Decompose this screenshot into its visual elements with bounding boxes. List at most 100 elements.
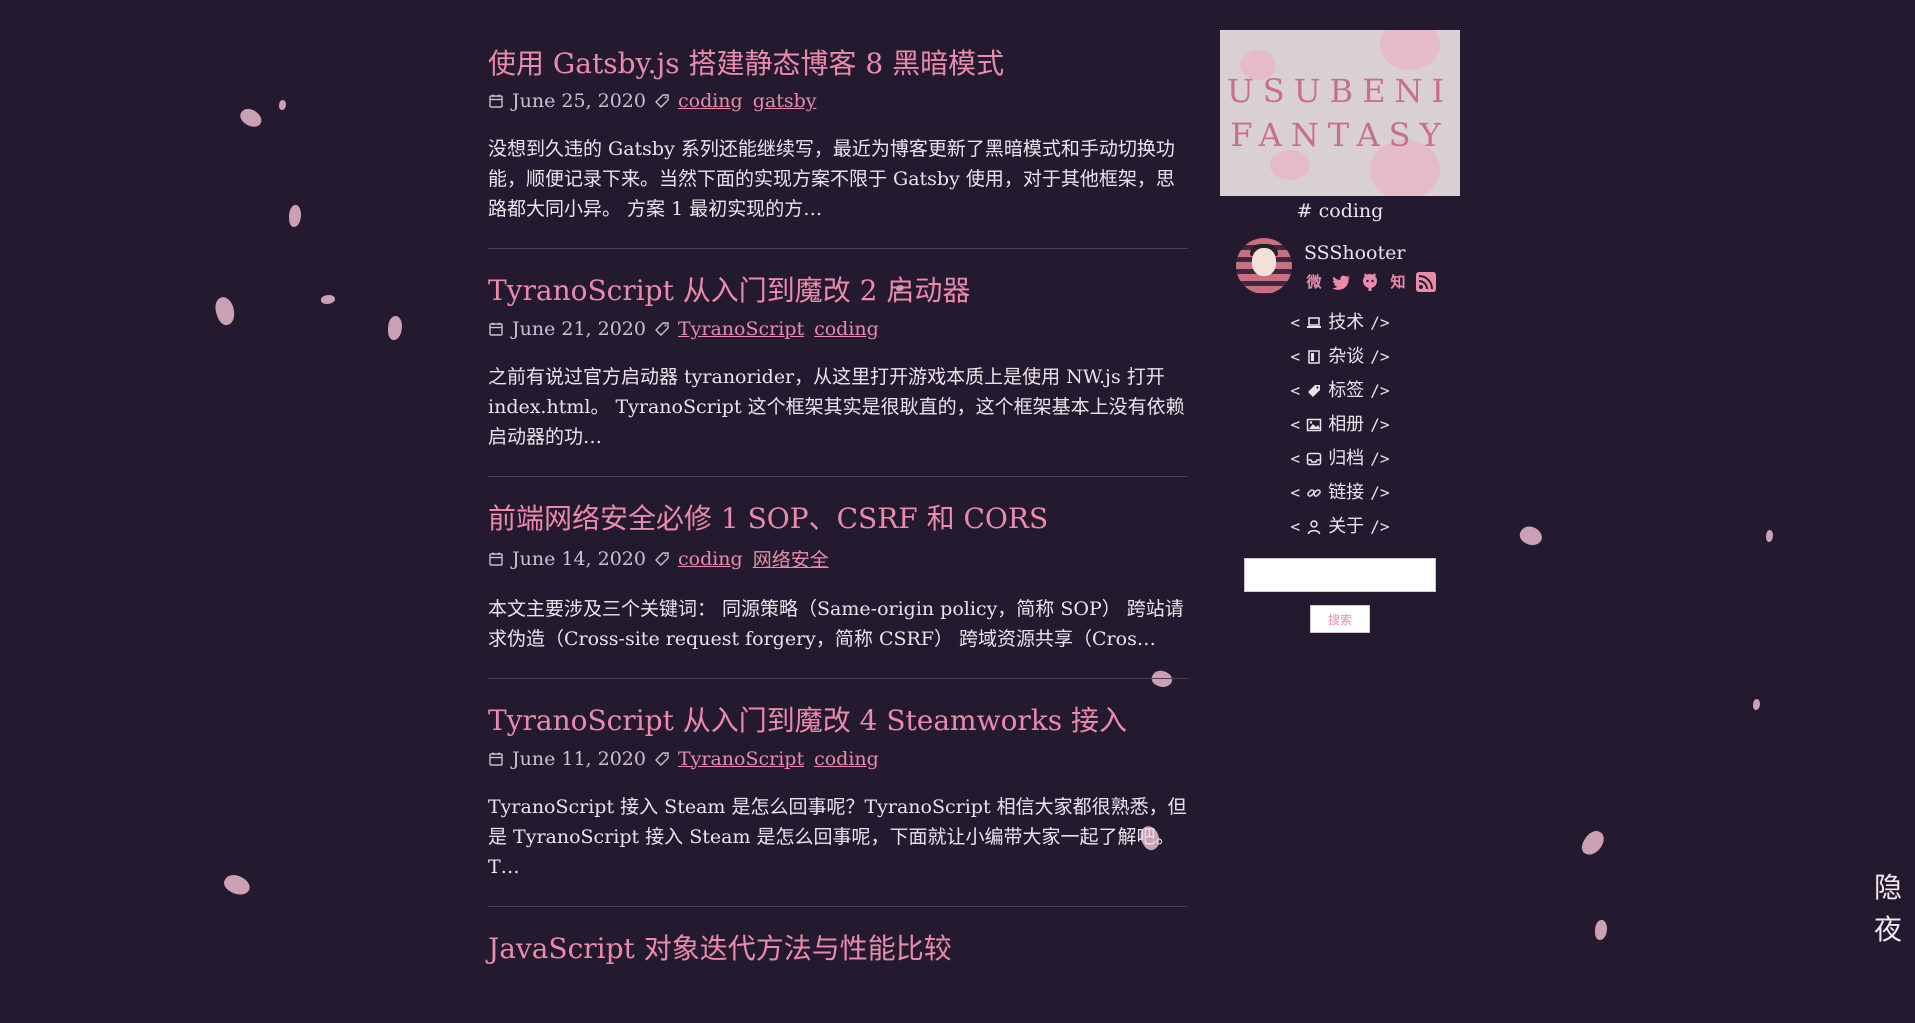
avatar	[1236, 238, 1292, 294]
nav-item-label: 杂谈	[1328, 346, 1365, 367]
post-tag-link[interactable]: coding	[814, 318, 879, 340]
author-name: SSShooter	[1304, 242, 1406, 264]
nav-item-archive[interactable]: < 归档 />	[1220, 442, 1460, 476]
flower-decoration	[1380, 30, 1440, 70]
petal-decoration	[279, 100, 286, 110]
tag-icon	[654, 94, 669, 109]
nav-item-label: 归档	[1328, 448, 1365, 469]
bracket-close: />	[1370, 449, 1390, 468]
link-icon	[1307, 489, 1321, 497]
tag-icon	[654, 751, 669, 766]
bracket-close: />	[1370, 347, 1390, 366]
bracket-close: />	[1370, 313, 1390, 332]
social-links: 微 知	[1304, 272, 1436, 292]
bracket-open: <	[1290, 381, 1301, 400]
github-icon[interactable]	[1360, 272, 1380, 292]
petal-decoration	[1578, 827, 1608, 859]
sidebar: USUBENI FANTASY # coding SSShooter 微 知 <…	[1220, 30, 1460, 633]
nav-item-chat[interactable]: < 杂谈 />	[1220, 340, 1460, 374]
night-toggle-char: 隐	[1873, 871, 1902, 904]
petal-decoration	[321, 295, 335, 304]
post-title-link[interactable]: 使用 Gatsby.js 搭建静态博客 8 黑暗模式	[488, 46, 1188, 82]
post-title-link[interactable]: JavaScript 对象迭代方法与性能比较	[488, 931, 1188, 967]
post-date: June 14, 2020	[512, 547, 646, 570]
inbox-icon	[1306, 452, 1322, 466]
post-meta: June 21, 2020 TyranoScript coding	[488, 318, 1188, 340]
post-tag-link[interactable]: coding	[814, 748, 879, 770]
petal-decoration	[221, 870, 253, 900]
petal-decoration	[237, 104, 265, 132]
post-tag-link[interactable]: gatsby	[753, 90, 817, 112]
nav-item-label: 相册	[1328, 414, 1365, 435]
nav-item-album[interactable]: < 相册 />	[1220, 408, 1460, 442]
post-meta: June 11, 2020 TyranoScript coding	[488, 748, 1188, 770]
post-item: 前端网络安全必修 1 SOP、CSRF 和 CORS June 14, 2020…	[488, 501, 1188, 680]
post-excerpt: 本文主要涉及三个关键词： 同源策略（Same-origin policy，简称 …	[488, 598, 1184, 651]
bracket-open: <	[1290, 313, 1301, 332]
search-button[interactable]: 搜索	[1310, 605, 1370, 633]
night-toggle-char: 夜	[1873, 913, 1902, 946]
bracket-close: />	[1370, 381, 1390, 400]
laptop-icon	[1307, 317, 1322, 328]
bracket-open: <	[1290, 449, 1301, 468]
petal-decoration	[1753, 699, 1760, 710]
nav-item-links[interactable]: < 链接 />	[1220, 476, 1460, 510]
nav-item-label: 关于	[1328, 516, 1365, 537]
zhihu-icon[interactable]: 知	[1388, 272, 1408, 292]
post-meta: June 25, 2020 coding gatsby	[488, 90, 1188, 112]
search-input[interactable]	[1244, 558, 1436, 592]
tag-icon	[654, 551, 669, 566]
current-tag-heading: # coding	[1296, 200, 1384, 222]
petal-decoration	[289, 205, 301, 227]
post-excerpt: TyranoScript 接入 Steam 是怎么回事呢？TyranoScrip…	[488, 795, 1187, 878]
nav-item-label: 标签	[1328, 380, 1365, 401]
author-profile: SSShooter 微 知	[1220, 238, 1460, 294]
rss-icon[interactable]	[1416, 272, 1436, 292]
post-tag-link[interactable]: 网络安全	[753, 545, 829, 572]
post-meta: June 14, 2020 coding 网络安全	[488, 545, 1188, 572]
post-tag-link[interactable]: coding	[678, 548, 743, 570]
petal-decoration	[1595, 920, 1607, 940]
post-item: TyranoScript 从入门到魔改 2 启动器 June 21, 2020 …	[488, 273, 1188, 477]
nav-item-tags[interactable]: < 标签 />	[1220, 374, 1460, 408]
nav-item-label: 技术	[1328, 312, 1365, 333]
image-icon	[1306, 418, 1322, 432]
calendar-icon	[489, 94, 503, 109]
twitter-icon[interactable]	[1332, 272, 1352, 292]
nav-item-tech[interactable]: < 技术 />	[1220, 306, 1460, 340]
petal-decoration	[1516, 522, 1546, 550]
calendar-icon	[489, 552, 503, 566]
logo-text-line2: FANTASY	[1230, 116, 1450, 154]
logo-text-line1: USUBENI	[1226, 72, 1454, 110]
post-title-link[interactable]: TyranoScript 从入门到魔改 4 Steamworks 接入	[488, 703, 1188, 739]
tag-icon	[654, 322, 669, 336]
night-mode-toggle[interactable]: 隐 夜	[1873, 867, 1903, 951]
tag-icon	[1308, 385, 1321, 397]
book-icon	[1308, 350, 1320, 364]
petal-decoration	[1766, 530, 1773, 542]
bracket-close: />	[1370, 415, 1390, 434]
post-date: June 25, 2020	[512, 90, 646, 113]
bracket-open: <	[1290, 347, 1301, 366]
post-tag-link[interactable]: TyranoScript	[678, 748, 804, 770]
post-tag-link[interactable]: coding	[678, 90, 743, 112]
post-item: TyranoScript 从入门到魔改 4 Steamworks 接入 June…	[488, 703, 1188, 907]
bracket-close: />	[1370, 483, 1390, 502]
nav-item-label: 链接	[1328, 482, 1365, 503]
post-excerpt: 没想到久违的 Gatsby 系列还能继续写，最近为博客更新了黑暗模式和手动切换功…	[488, 138, 1175, 221]
post-title-link[interactable]: TyranoScript 从入门到魔改 2 启动器	[488, 273, 1188, 309]
post-list: 使用 Gatsby.js 搭建静态博客 8 黑暗模式 June 25, 2020…	[488, 46, 1188, 1023]
bracket-open: <	[1290, 415, 1301, 434]
post-title-link[interactable]: 前端网络安全必修 1 SOP、CSRF 和 CORS	[488, 501, 1188, 537]
calendar-icon	[489, 752, 503, 766]
bracket-open: <	[1290, 517, 1301, 536]
weibo-icon[interactable]: 微	[1304, 272, 1324, 292]
nav-item-about[interactable]: < 关于 />	[1220, 510, 1460, 544]
site-logo[interactable]: USUBENI FANTASY	[1220, 30, 1460, 196]
calendar-icon	[489, 322, 503, 336]
post-item: 使用 Gatsby.js 搭建静态博客 8 黑暗模式 June 25, 2020…	[488, 46, 1188, 250]
post-item: JavaScript 对象迭代方法与性能比较	[488, 931, 1188, 999]
post-tag-link[interactable]: TyranoScript	[678, 318, 804, 340]
user-icon	[1307, 520, 1321, 535]
bracket-open: <	[1290, 483, 1301, 502]
